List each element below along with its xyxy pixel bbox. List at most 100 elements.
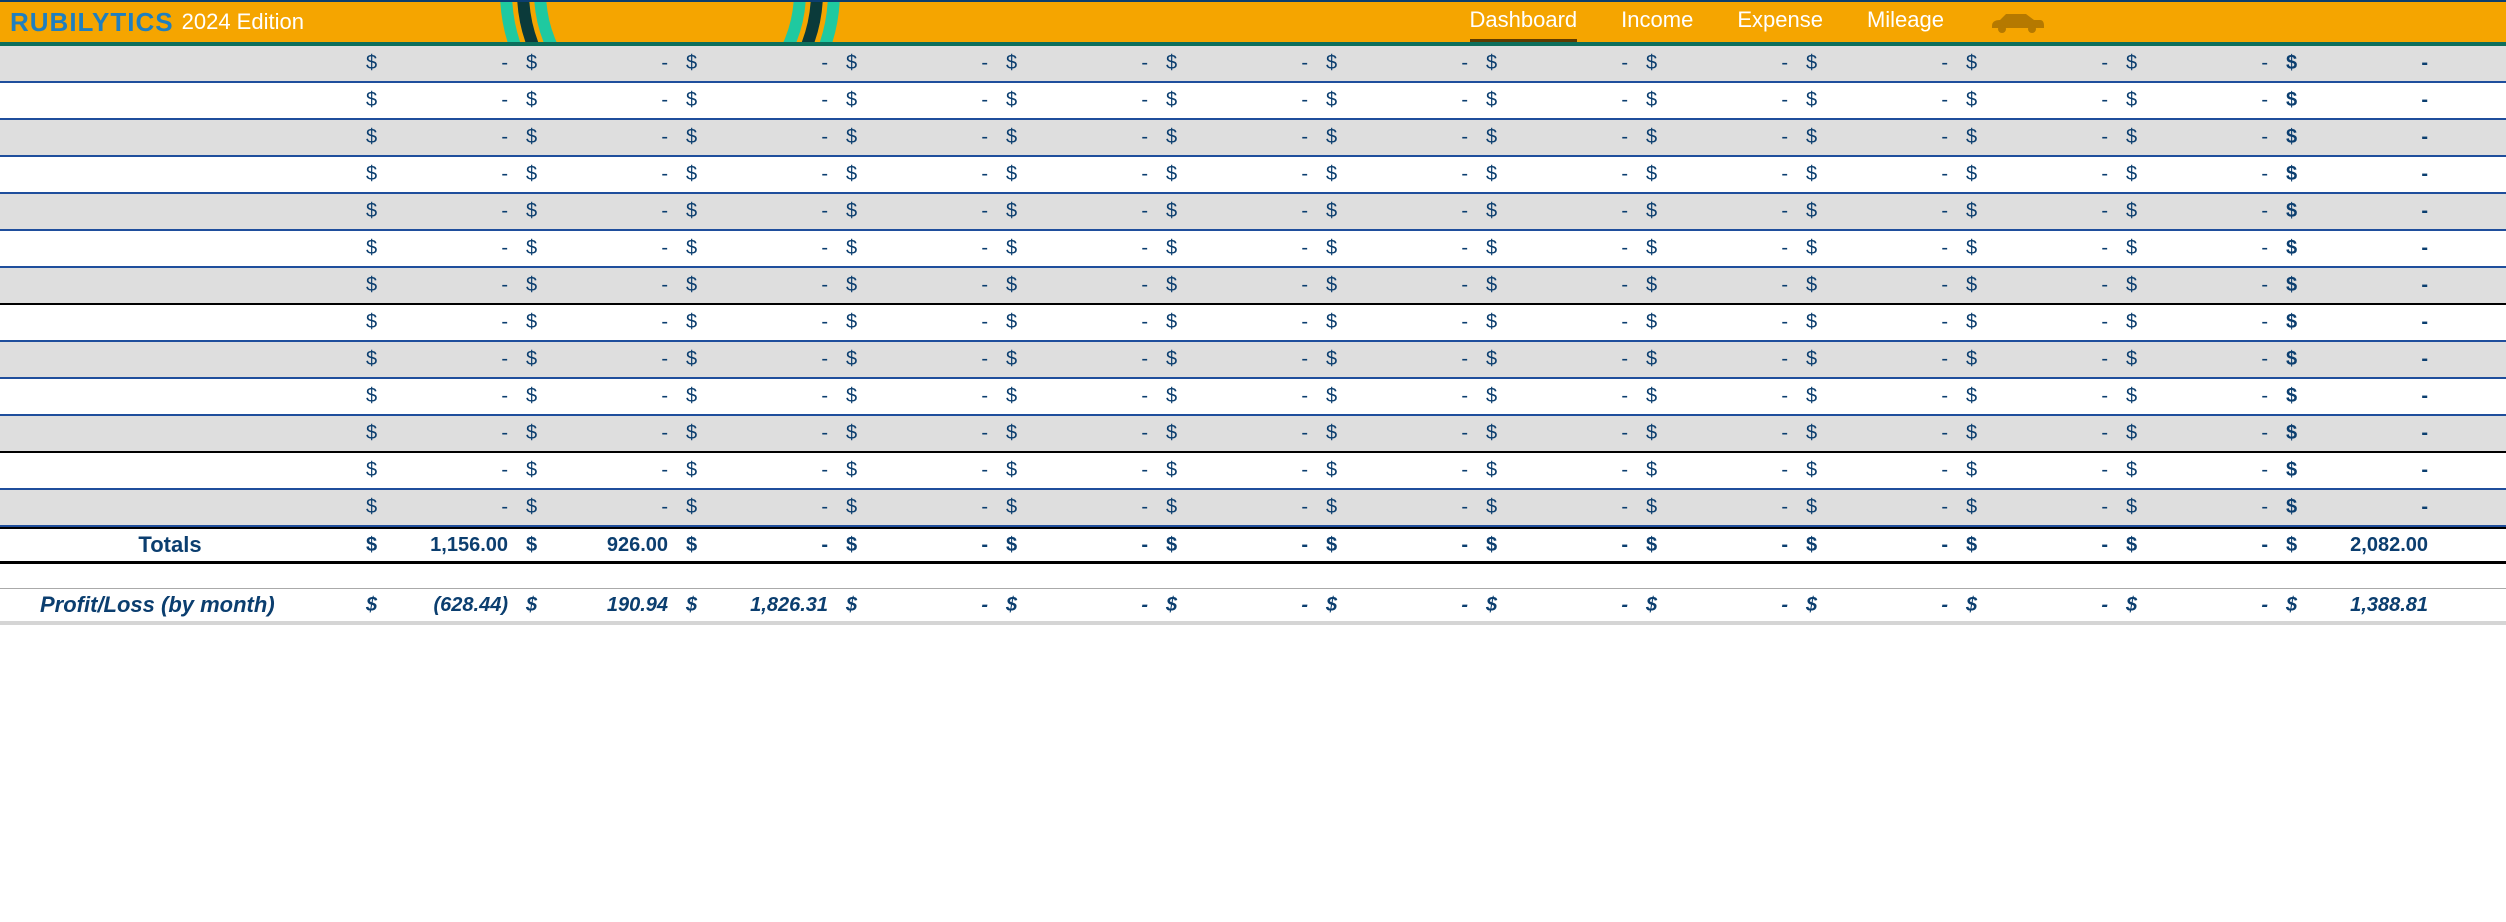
currency-symbol: $ — [846, 274, 857, 297]
cell-value: - — [1017, 200, 1148, 223]
data-cell: $- — [840, 496, 1000, 519]
cell-value: - — [1977, 594, 2108, 617]
data-cell: $- — [1480, 594, 1640, 617]
currency-symbol: $ — [526, 200, 537, 223]
data-cell: $- — [2280, 274, 2440, 297]
data-cell: $- — [1160, 594, 1320, 617]
cell-value: - — [537, 311, 668, 334]
currency-symbol: $ — [686, 534, 697, 557]
cell-value: - — [857, 459, 988, 482]
currency-symbol: $ — [686, 422, 697, 445]
cell-value: - — [1337, 274, 1468, 297]
cell-value: - — [2137, 274, 2268, 297]
currency-symbol: $ — [1806, 52, 1817, 75]
cell-value: - — [537, 237, 668, 260]
data-cell: $- — [360, 496, 520, 519]
cell-value: - — [1817, 422, 1948, 445]
currency-symbol: $ — [1966, 52, 1977, 75]
cell-value: - — [377, 89, 508, 112]
cell-value: - — [1977, 200, 2108, 223]
cell-value: - — [2297, 311, 2428, 334]
cell-value: - — [697, 496, 828, 519]
cell-value: - — [857, 594, 988, 617]
cell-value: - — [1817, 237, 1948, 260]
currency-symbol: $ — [686, 594, 697, 617]
decorative-arc-icon — [500, 0, 840, 46]
data-cell: $- — [1960, 594, 2120, 617]
currency-symbol: $ — [1806, 594, 1817, 617]
nav-expense[interactable]: Expense — [1737, 7, 1823, 37]
currency-symbol: $ — [686, 163, 697, 186]
currency-symbol: $ — [1166, 385, 1177, 408]
cell-value: - — [537, 126, 668, 149]
currency-symbol: $ — [846, 385, 857, 408]
data-cell: $- — [2280, 496, 2440, 519]
data-cell: $- — [520, 459, 680, 482]
cell-value: - — [2297, 348, 2428, 371]
cell-value: - — [697, 52, 828, 75]
cell-value: - — [2297, 274, 2428, 297]
cell-value: - — [537, 422, 668, 445]
cell-value: - — [1977, 311, 2108, 334]
currency-symbol: $ — [1006, 534, 1017, 557]
cell-value: - — [2137, 348, 2268, 371]
currency-symbol: $ — [526, 311, 537, 334]
cell-value: - — [1977, 52, 2108, 75]
data-cell: $- — [1160, 163, 1320, 186]
data-cell: $- — [2280, 89, 2440, 112]
cell-value: - — [1977, 459, 2108, 482]
cell-value: - — [377, 311, 508, 334]
cell-value: - — [1817, 52, 1948, 75]
data-cell: $- — [1000, 200, 1160, 223]
cell-value: - — [1337, 237, 1468, 260]
cell-value: - — [1977, 422, 2108, 445]
cell-value: - — [857, 200, 988, 223]
currency-symbol: $ — [1166, 163, 1177, 186]
car-icon — [1988, 10, 2046, 34]
cell-value: - — [1817, 274, 1948, 297]
cell-value: - — [1017, 163, 1148, 186]
cell-value: - — [1657, 311, 1788, 334]
data-cell: $- — [680, 496, 840, 519]
currency-symbol: $ — [1326, 459, 1337, 482]
data-cell: $- — [1160, 52, 1320, 75]
currency-symbol: $ — [526, 126, 537, 149]
nav-mileage[interactable]: Mileage — [1867, 7, 1944, 37]
cell-value: - — [1497, 459, 1628, 482]
currency-symbol: $ — [1326, 126, 1337, 149]
currency-symbol: $ — [1966, 594, 1977, 617]
currency-symbol: $ — [1966, 200, 1977, 223]
data-cell: $- — [1000, 496, 1160, 519]
data-cell: $- — [1000, 237, 1160, 260]
data-cell: $- — [520, 274, 680, 297]
cell-value: - — [2137, 89, 2268, 112]
cell-value: - — [697, 311, 828, 334]
data-cell: $- — [680, 52, 840, 75]
cell-value: - — [697, 163, 828, 186]
currency-symbol: $ — [526, 594, 537, 617]
data-cell: $- — [1800, 163, 1960, 186]
table-row: $-$-$-$-$-$-$-$-$-$-$-$-$- — [0, 268, 2506, 305]
data-cell: $- — [1640, 534, 1800, 557]
cell-value: - — [857, 385, 988, 408]
data-cell: $- — [520, 422, 680, 445]
cell-value: - — [697, 348, 828, 371]
nav-income[interactable]: Income — [1621, 7, 1693, 37]
cell-value: - — [2137, 163, 2268, 186]
data-cell: $- — [1640, 200, 1800, 223]
cell-value: - — [857, 237, 988, 260]
nav-dashboard[interactable]: Dashboard — [1470, 7, 1578, 37]
data-cell: $- — [1800, 594, 1960, 617]
data-cell: $- — [1320, 237, 1480, 260]
currency-symbol: $ — [1966, 126, 1977, 149]
data-cell: $- — [1800, 385, 1960, 408]
data-cell: $- — [680, 311, 840, 334]
currency-symbol: $ — [1486, 422, 1497, 445]
cell-value: - — [1497, 274, 1628, 297]
cell-value: - — [1017, 126, 1148, 149]
cell-value: - — [1177, 348, 1308, 371]
currency-symbol: $ — [846, 459, 857, 482]
cell-value: - — [1337, 422, 1468, 445]
cell-value: - — [1017, 348, 1148, 371]
cell-value: - — [377, 200, 508, 223]
